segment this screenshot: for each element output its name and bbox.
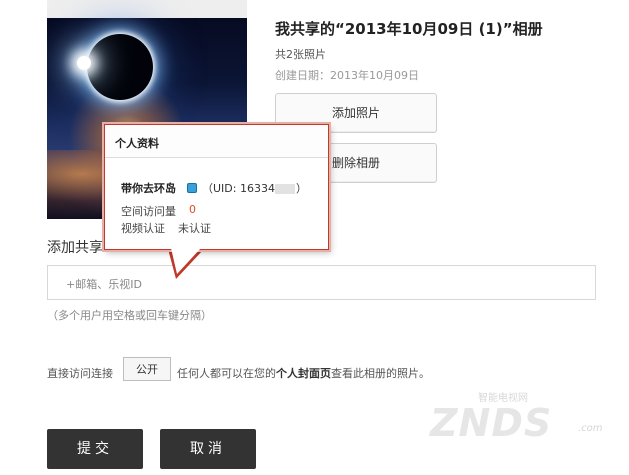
direct-link-label: 直接访问连接 [47,367,113,380]
popup-username[interactable]: 带你去环岛 [121,180,176,196]
create-date: 创建日期：2013年10月09日 [275,69,419,82]
public-description: 任何人都可以在您的个人封面页查看此相册的照片。 [177,365,430,381]
site-watermark: 智能电视网 ZNDS .com [430,385,620,445]
popup-uid: （UID: 16334 ） [202,180,307,196]
public-desc-suffix: 查看此相册的照片。 [331,367,430,380]
personal-cover-page-link[interactable]: 个人封面页 [276,367,331,380]
video-verification-label: 视频认证 [121,222,165,235]
popup-tail-fill [171,248,201,274]
user-badge-icon [187,183,197,193]
public-button[interactable]: 公开 [123,357,171,381]
visit-count-label: 空间访问量 [121,205,176,218]
profile-popup: 个人资料 带你去环岛 （UID: 16334 ） 空间访问量 0 视频认证 未认证 [104,124,329,250]
cancel-button[interactable]: 取消 [160,429,256,469]
share-heading: 添加共享 [47,240,103,256]
popup-title: 个人资料 [115,137,159,150]
share-input[interactable]: +邮箱、乐视ID [47,265,596,300]
photo-count: 共2张照片 [275,48,326,61]
watermark-logo: ZNDS [430,401,553,445]
cover-top-strip [47,0,247,18]
share-input-placeholder: +邮箱、乐视ID [66,278,142,291]
cover-flare [77,56,91,70]
album-title: 我共享的“2013年10月09日 (1)”相册 [275,20,543,38]
public-desc-prefix: 任何人都可以在您的 [177,367,276,380]
popup-uid-suffix: ） [295,182,307,195]
uid-redaction-mask [274,184,295,194]
popup-header: 个人资料 [105,125,328,158]
popup-uid-prefix: （UID: 16334 [202,182,275,195]
watermark-domain: .com [578,423,603,434]
cover-eclipse [87,34,153,100]
visit-count-value: 0 [189,203,196,216]
share-hint: （多个用户用空格或回车键分隔） [47,309,212,322]
video-verification-status: 未认证 [178,222,211,235]
submit-button[interactable]: 提交 [47,429,143,469]
